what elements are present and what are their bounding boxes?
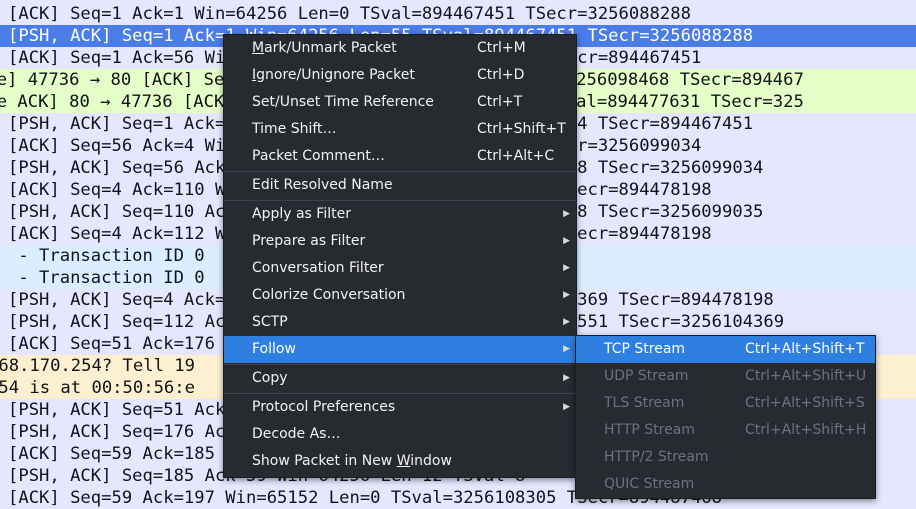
menu-item-prepare-as-filter[interactable]: Prepare as Filter ▶ bbox=[224, 228, 576, 255]
submenu-item-quic-stream: QUIC Stream bbox=[576, 471, 875, 498]
menu-item-shortcut: Ctrl+M bbox=[477, 40, 526, 56]
packet-summary: - Transaction ID 0 bbox=[8, 268, 205, 288]
submenu-item-http-stream: HTTP Stream Ctrl+Alt+Shift+H bbox=[576, 417, 875, 444]
menu-item-mark-packet[interactable]: Mark/Unmark Packet Ctrl+M bbox=[224, 35, 576, 62]
menu-item-label: HTTP Stream bbox=[604, 422, 695, 438]
menu-item-edit-resolved-name[interactable]: Edit Resolved Name bbox=[224, 172, 576, 199]
packet-context-menu: Mark/Unmark Packet Ctrl+M Ignore/Unignor… bbox=[223, 34, 577, 478]
menu-item-shortcut: Ctrl+Alt+Shift+T bbox=[745, 341, 865, 357]
packet-summary: - Transaction ID 0 bbox=[8, 246, 205, 266]
submenu-item-tcp-stream[interactable]: TCP Stream Ctrl+Alt+Shift+T bbox=[576, 336, 875, 363]
menu-item-label: Show Packet in New Window bbox=[252, 453, 452, 469]
menu-item-label: Ignore/Unignore Packet bbox=[252, 67, 415, 83]
menu-item-colorize-conversation[interactable]: Colorize Conversation ▶ bbox=[224, 282, 576, 309]
menu-item-label: Protocol Preferences bbox=[252, 399, 396, 415]
packet-summary: [ACK] Seq=1 Ack=1 Win=64256 Len=0 TSval=… bbox=[8, 4, 691, 24]
menu-item-label: QUIC Stream bbox=[604, 476, 695, 492]
menu-item-label: Packet Comment… bbox=[252, 148, 385, 164]
menu-item-conversation-filter[interactable]: Conversation Filter ▶ bbox=[224, 255, 576, 282]
submenu-item-tls-stream: TLS Stream Ctrl+Alt+Shift+S bbox=[576, 390, 875, 417]
menu-item-apply-as-filter[interactable]: Apply as Filter ▶ bbox=[224, 201, 576, 228]
menu-item-label: Copy bbox=[252, 370, 288, 386]
menu-item-label: Set/Unset Time Reference bbox=[252, 94, 434, 110]
triangle-right-icon: ▶ bbox=[563, 344, 570, 354]
menu-item-sctp[interactable]: SCTP ▶ bbox=[224, 309, 576, 336]
menu-item-shortcut: Ctrl+T bbox=[477, 94, 523, 110]
menu-item-label: Decode As… bbox=[252, 426, 341, 442]
menu-item-shortcut: Ctrl+Alt+Shift+U bbox=[745, 368, 867, 384]
menu-item-ignore-packet[interactable]: Ignore/Unignore Packet Ctrl+D bbox=[224, 62, 576, 89]
menu-item-decode-as[interactable]: Decode As… bbox=[224, 421, 576, 448]
packet-summary: 168.170.254? Tell 19 bbox=[0, 356, 195, 376]
packet-row[interactable]: [ACK] Seq=1 Ack=1 Win=64256 Len=0 TSval=… bbox=[0, 3, 916, 25]
menu-item-label: Apply as Filter bbox=[252, 206, 351, 222]
triangle-right-icon: ▶ bbox=[563, 209, 570, 219]
menu-item-time-shift[interactable]: Time Shift… Ctrl+Shift+T bbox=[224, 116, 576, 143]
menu-item-shortcut: Ctrl+D bbox=[477, 67, 525, 83]
menu-item-label: HTTP/2 Stream bbox=[604, 449, 709, 465]
menu-item-packet-comment[interactable]: Packet Comment… Ctrl+Alt+C bbox=[224, 143, 576, 170]
menu-item-shortcut: Ctrl+Alt+Shift+S bbox=[745, 395, 865, 411]
menu-item-label: Edit Resolved Name bbox=[252, 177, 393, 193]
menu-item-shortcut: Ctrl+Alt+Shift+H bbox=[745, 422, 867, 438]
menu-item-label: UDP Stream bbox=[604, 368, 689, 384]
menu-item-label: SCTP bbox=[252, 314, 288, 330]
triangle-right-icon: ▶ bbox=[563, 263, 570, 273]
menu-item-show-packet-new-window[interactable]: Show Packet in New Window bbox=[224, 448, 576, 475]
triangle-right-icon: ▶ bbox=[563, 236, 570, 246]
menu-item-label: Conversation Filter bbox=[252, 260, 384, 276]
menu-item-time-reference[interactable]: Set/Unset Time Reference Ctrl+T bbox=[224, 89, 576, 116]
menu-item-label: Follow bbox=[252, 341, 296, 357]
menu-item-label: Mark/Unmark Packet bbox=[252, 40, 397, 56]
submenu-item-http2-stream: HTTP/2 Stream bbox=[576, 444, 875, 471]
menu-item-label: TLS Stream bbox=[604, 395, 685, 411]
menu-item-label: Time Shift… bbox=[252, 121, 337, 137]
follow-submenu: TCP Stream Ctrl+Alt+Shift+T UDP Stream C… bbox=[575, 335, 876, 499]
packet-summary: [ACK] Seq=59 Ack=185 bbox=[8, 444, 215, 464]
menu-item-label: Prepare as Filter bbox=[252, 233, 366, 249]
menu-item-copy[interactable]: Copy ▶ bbox=[224, 365, 576, 392]
menu-item-shortcut: Ctrl+Alt+C bbox=[477, 148, 555, 164]
triangle-right-icon: ▶ bbox=[563, 373, 570, 383]
triangle-right-icon: ▶ bbox=[563, 290, 570, 300]
triangle-right-icon: ▶ bbox=[563, 402, 570, 412]
menu-item-protocol-preferences[interactable]: Protocol Preferences ▶ bbox=[224, 394, 576, 421]
menu-item-shortcut: Ctrl+Shift+T bbox=[477, 121, 566, 137]
menu-item-label: Colorize Conversation bbox=[252, 287, 406, 303]
menu-item-follow[interactable]: Follow ▶ bbox=[224, 336, 576, 363]
submenu-item-udp-stream: UDP Stream Ctrl+Alt+Shift+U bbox=[576, 363, 875, 390]
packet-summary: 254 is at 00:50:56:e bbox=[0, 378, 195, 398]
triangle-right-icon: ▶ bbox=[563, 317, 570, 327]
menu-item-label: TCP Stream bbox=[604, 341, 686, 357]
